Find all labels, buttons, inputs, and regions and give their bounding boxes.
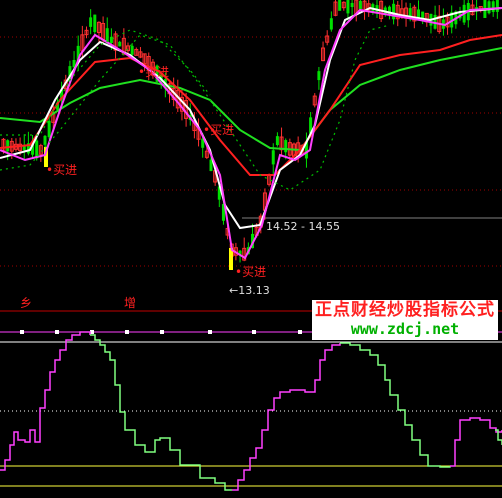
low-price-label: ←13.13: [229, 284, 270, 297]
ma-mid-line: [0, 6, 502, 230]
mid-mark: 增: [124, 296, 137, 310]
band-marker: [125, 330, 129, 334]
buy-label-3: •买进: [203, 123, 235, 137]
band-marker: [208, 330, 212, 334]
buy-label-1: •买进: [46, 163, 78, 177]
osc-line-up: [450, 417, 502, 467]
candle-body: [358, 0, 362, 10]
buy-label-4: •买进: [235, 265, 267, 279]
osc-line-up: [232, 343, 341, 491]
candle-body: [118, 41, 122, 47]
chart-canvas: ←13.13 14.52 - 14.55 乡 增 •买进 •买进 •买进 •买进…: [0, 0, 502, 498]
candle-body: [338, 0, 342, 11]
candle-body: [491, 1, 495, 12]
candle-body: [329, 18, 333, 30]
stock-chart: [0, 0, 502, 491]
ma-slow-line: [0, 34, 502, 176]
band-marker: [20, 330, 24, 334]
candle-body: [93, 14, 97, 32]
candle-body: [109, 36, 113, 43]
candle-body: [130, 45, 134, 55]
osc-line-up: [0, 331, 91, 471]
candle-body: [487, 1, 491, 14]
ma-fast-line: [0, 7, 502, 260]
band-marker: [298, 330, 302, 334]
candle-body: [392, 3, 396, 20]
band-marker: [252, 330, 256, 334]
candle-body: [6, 140, 10, 152]
candle-body: [317, 71, 321, 81]
candle-body: [284, 140, 288, 153]
buy-label-2: •买进: [138, 65, 170, 79]
band-marker: [55, 330, 59, 334]
dotted-band-line: [0, 29, 211, 136]
candle-body: [346, 0, 350, 14]
band-marker: [160, 330, 164, 334]
candle-body: [495, 0, 499, 12]
candle-body: [89, 17, 93, 27]
left-mark: 乡: [20, 296, 33, 310]
candle-body: [271, 150, 275, 165]
candle-body: [275, 136, 279, 146]
candle-body: [47, 120, 51, 138]
range-price-label: 14.52 - 14.55: [266, 220, 340, 233]
watermark: 正点财经炒股指标公式 www.zdcj.net: [312, 300, 498, 340]
osc-line-down: [90, 334, 232, 491]
candle-body: [209, 159, 213, 172]
candle-body: [350, 2, 354, 8]
candle-body: [43, 135, 47, 145]
osc-line-down: [340, 342, 451, 468]
watermark-url: www.zdcj.net: [350, 320, 460, 338]
watermark-title: 正点财经炒股指标公式: [315, 300, 495, 320]
